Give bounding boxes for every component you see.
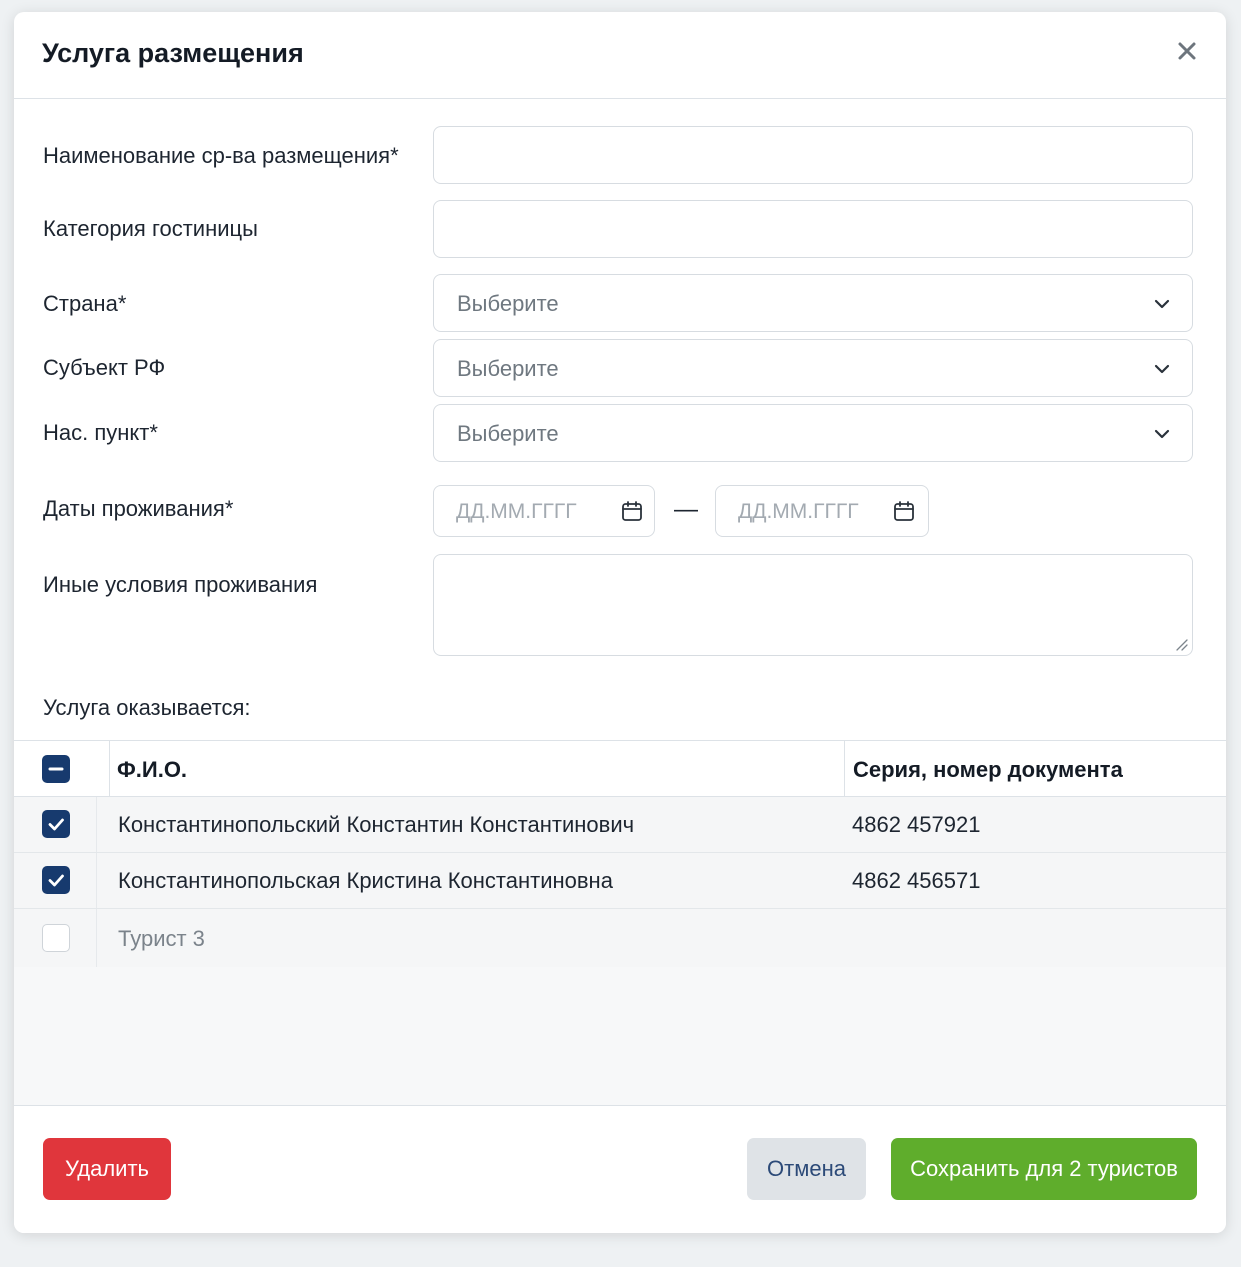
- table-header: Ф.И.О. Серия, номер документа: [14, 741, 1226, 797]
- country-select[interactable]: Выберите: [433, 274, 1193, 332]
- check-icon: [48, 818, 64, 831]
- region-select[interactable]: Выберите: [433, 339, 1193, 397]
- cancel-button[interactable]: Отмена: [747, 1138, 866, 1200]
- table-row[interactable]: Константинопольский Константин Константи…: [14, 797, 1226, 853]
- country-label: Страна*: [43, 291, 127, 316]
- close-button[interactable]: [1172, 36, 1202, 66]
- resize-grip-icon[interactable]: [1174, 637, 1188, 651]
- date-from-placeholder: ДД.ММ.ГГГГ: [456, 500, 577, 523]
- date-to-input[interactable]: ДД.ММ.ГГГГ: [715, 485, 929, 537]
- row-divider: [96, 909, 97, 967]
- accommodation-name-input[interactable]: [433, 126, 1193, 184]
- tourist-document: 4862 457921: [852, 812, 981, 837]
- date-range-separator: —: [674, 496, 698, 523]
- row-checkbox[interactable]: [42, 810, 70, 838]
- row-checkbox[interactable]: [42, 924, 70, 952]
- modal-title: Услуга размещения: [42, 38, 304, 68]
- conditions-textarea[interactable]: [433, 554, 1193, 656]
- conditions-label: Иные условия проживания: [43, 572, 318, 597]
- tourist-document: 4862 456571: [852, 868, 981, 893]
- table-row[interactable]: Турист 3: [14, 909, 1226, 967]
- accommodation-service-modal: Услуга размещения Наименование ср-ва раз…: [14, 12, 1226, 1233]
- check-icon: [48, 874, 64, 887]
- column-header-document: Серия, номер документа: [853, 757, 1123, 782]
- region-select-value: Выберите: [457, 356, 559, 381]
- date-from-input[interactable]: ДД.ММ.ГГГГ: [433, 485, 655, 537]
- chevron-down-icon: [1154, 299, 1170, 309]
- modal-header: Услуга размещения: [14, 12, 1226, 99]
- modal-footer: Удалить Отмена Сохранить для 2 туристов: [14, 1105, 1226, 1233]
- name-label: Наименование ср-ва размещения*: [43, 143, 399, 168]
- date-to-placeholder: ДД.ММ.ГГГГ: [738, 500, 859, 523]
- calendar-icon[interactable]: [620, 499, 644, 523]
- tourist-name: Турист 3: [118, 926, 205, 951]
- city-label: Нас. пункт*: [43, 420, 158, 445]
- row-divider: [96, 797, 97, 852]
- column-divider: [109, 741, 110, 796]
- column-divider: [844, 741, 845, 796]
- category-label: Категория гостиницы: [43, 216, 258, 241]
- service-provided-label: Услуга оказывается:: [43, 695, 251, 720]
- close-icon: [1178, 42, 1196, 60]
- minus-icon: [48, 767, 64, 771]
- dates-label: Даты проживания*: [43, 496, 234, 521]
- country-select-value: Выберите: [457, 291, 559, 316]
- save-button[interactable]: Сохранить для 2 туристов: [891, 1138, 1197, 1200]
- column-header-name: Ф.И.О.: [117, 757, 188, 782]
- delete-button[interactable]: Удалить: [43, 1138, 171, 1200]
- region-label: Субъект РФ: [43, 355, 166, 380]
- tourist-name: Константинопольский Константин Константи…: [118, 812, 635, 837]
- calendar-icon[interactable]: [892, 499, 916, 523]
- tourist-name: Константинопольская Кристина Константино…: [118, 868, 613, 893]
- chevron-down-icon: [1154, 364, 1170, 374]
- city-select-value: Выберите: [457, 421, 559, 446]
- hotel-category-input[interactable]: [433, 200, 1193, 258]
- tourists-table: Ф.И.О. Серия, номер документа Константин…: [14, 740, 1226, 1107]
- select-all-checkbox[interactable]: [42, 755, 70, 783]
- row-divider: [96, 853, 97, 908]
- row-checkbox[interactable]: [42, 866, 70, 894]
- chevron-down-icon: [1154, 429, 1170, 439]
- table-row[interactable]: Константинопольская Кристина Константино…: [14, 853, 1226, 909]
- city-select[interactable]: Выберите: [433, 404, 1193, 462]
